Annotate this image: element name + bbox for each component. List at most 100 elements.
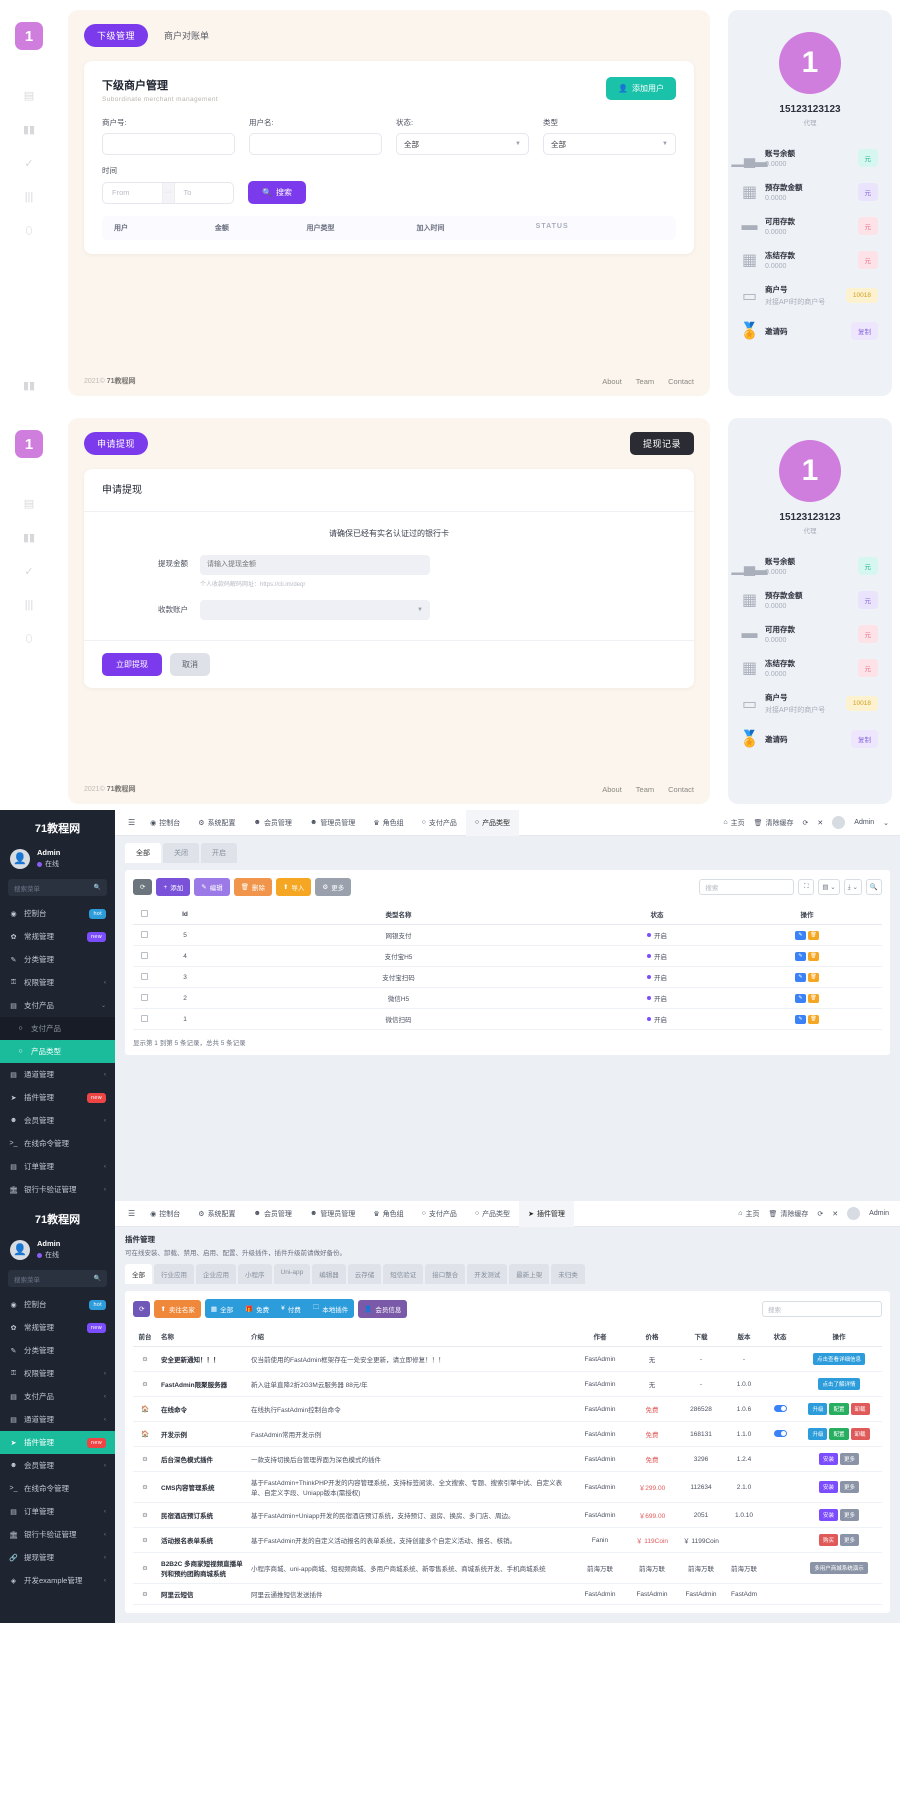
cell-actions[interactable]: 购买更多 — [796, 1528, 882, 1553]
checkbox-icon[interactable] — [141, 952, 148, 959]
nav-tab-0[interactable]: ◉控制台 — [141, 810, 189, 836]
chart-icon[interactable]: ▮▮ — [22, 530, 36, 544]
select-receive-account[interactable]: ▼ — [200, 600, 430, 620]
sidebar-item-11[interactable]: 🔗提现管理‹ — [0, 1546, 115, 1569]
sidebar-item-3[interactable]: ⚿权限管理‹ — [0, 1362, 115, 1385]
nav-tab-6[interactable]: ○产品类型 — [466, 810, 519, 836]
sidebar-item-5[interactable]: ▤通道管理‹ — [0, 1408, 115, 1431]
shield-icon[interactable]: ⬯ — [22, 632, 36, 646]
cell-plugin-name[interactable]: B2B2C 多商家短视频直播单列和预约团购商城系统 — [157, 1553, 247, 1584]
plugin-refresh-button[interactable]: ⟳ — [133, 1301, 150, 1317]
nav-tab-5[interactable]: ○支付产品 — [413, 1201, 466, 1227]
chart-small-icon[interactable]: ▮▮ — [22, 378, 36, 392]
plugin-tab-0[interactable]: 全部 — [125, 1264, 152, 1284]
nav-tab-7[interactable]: ➤插件管理 — [519, 1201, 574, 1227]
sidebar-item-4[interactable]: ▤支付产品⌄ — [0, 994, 115, 1017]
tab-statement[interactable]: 商户对账单 — [164, 29, 209, 42]
plugin-tab-8[interactable]: 接口整合 — [425, 1264, 465, 1284]
sidebar-item-6[interactable]: ➤插件管理new — [0, 1431, 115, 1454]
plugin-tab-4[interactable]: Uni-app — [274, 1264, 311, 1284]
sidebar-search[interactable]: 搜索菜单 🔍 — [8, 879, 107, 896]
plugin-action-button[interactable]: 配置 — [829, 1403, 848, 1415]
table-row[interactable]: 1微信扫码开启✎🗑 — [133, 1009, 882, 1030]
add-button[interactable]: +添加 — [156, 878, 190, 896]
cell-status[interactable] — [764, 1584, 796, 1605]
cell-actions[interactable]: 点击了解详情 — [796, 1372, 882, 1397]
columns-icon[interactable]: ||| — [22, 190, 36, 204]
admin-user-label[interactable]: Admin — [854, 819, 874, 826]
cell-plugin-name[interactable]: CMS内容管理系统 — [157, 1472, 247, 1503]
cell-plugin-name[interactable]: 安全更新通知！！！ — [157, 1347, 247, 1372]
plugin-action-button[interactable]: 更多 — [840, 1534, 859, 1546]
cell-checkbox[interactable] — [133, 967, 155, 988]
input-username[interactable] — [249, 133, 382, 155]
cell-checkbox[interactable] — [133, 1009, 155, 1030]
hamburger-icon[interactable]: ☰ — [122, 1209, 141, 1218]
copy-invite-button[interactable]: 复制 — [851, 322, 878, 340]
plugin-tab-9[interactable]: 开发测试 — [467, 1264, 507, 1284]
nav-tab-2[interactable]: ☻会员管理 — [245, 810, 301, 836]
sidebar-item-6[interactable]: ○产品类型 — [0, 1040, 115, 1063]
cancel-button[interactable]: 取消 — [170, 653, 210, 676]
nav-tab-3[interactable]: ☻管理员管理 — [301, 1201, 364, 1227]
date-range-input[interactable]: From ··· To — [102, 182, 234, 204]
edit-row-button[interactable]: ✎ — [795, 1015, 806, 1024]
tab-withdraw[interactable]: 申请提现 — [84, 432, 148, 455]
clear-cache-button[interactable]: 🗑清除缓存 — [769, 1209, 809, 1219]
filter-all-button[interactable]: ▦全部 — [205, 1299, 239, 1318]
sidebar-item-10[interactable]: >_在线命令管理 — [0, 1132, 115, 1155]
plugin-tab-3[interactable]: 小程序 — [238, 1264, 272, 1284]
sidebar-item-12[interactable]: ◈开发example管理‹ — [0, 1569, 115, 1592]
select-status[interactable]: 全部 ▼ — [396, 133, 529, 155]
plugin-row[interactable]: ⊙民宿酒店预订系统基于FastAdmin+Uniapp开发的民宿酒店预订系统，支… — [133, 1503, 882, 1528]
filter-local-button[interactable]: 🗀本地插件 — [307, 1299, 355, 1318]
sidebar-item-2[interactable]: ✎分类管理 — [0, 1339, 115, 1362]
cell-plugin-name[interactable]: 阿里云短信 — [157, 1584, 247, 1605]
table-row[interactable]: 3支付宝扫码开启✎🗑 — [133, 967, 882, 988]
plugin-search-input[interactable]: 搜索 — [762, 1301, 882, 1317]
cell-actions[interactable]: 升级配置卸载 — [796, 1422, 882, 1447]
sidebar-user[interactable]: 👤 Admin 在线 — [0, 1235, 115, 1270]
plugin-row[interactable]: ⊙CMS内容管理系统基于FastAdmin+ThinkPHP开发的内容管理系统，… — [133, 1472, 882, 1503]
close-icon[interactable]: ✕ — [817, 819, 823, 827]
filter-free-button[interactable]: 🎁免费 — [239, 1299, 275, 1318]
member-info-button[interactable]: 👤会员信息 — [358, 1300, 407, 1318]
admin-user-label[interactable]: Admin — [869, 1210, 889, 1217]
cell-checkbox[interactable] — [133, 925, 155, 946]
edit-row-button[interactable]: ✎ — [795, 931, 806, 940]
sidebar-user[interactable]: 👤 Admin 在线 — [0, 844, 115, 879]
cell-plugin-name[interactable]: 开发示例 — [157, 1422, 247, 1447]
cell-plugin-name[interactable]: 后台深色模式插件 — [157, 1447, 247, 1472]
cell-checkbox[interactable] — [133, 988, 155, 1009]
cell-actions[interactable] — [796, 1584, 882, 1605]
delete-row-button[interactable]: 🗑 — [808, 1015, 819, 1024]
withdraw-records-button[interactable]: 提现记录 — [630, 432, 694, 455]
edit-row-button[interactable]: ✎ — [795, 973, 806, 982]
plugin-action-button[interactable]: 点击了解详情 — [818, 1378, 859, 1390]
plugin-publish-button[interactable]: ⬆卖往名家 — [154, 1300, 200, 1318]
plugin-action-button[interactable]: 更多 — [840, 1453, 859, 1465]
cell-status[interactable] — [764, 1372, 796, 1397]
plugin-tab-6[interactable]: 云存储 — [348, 1264, 382, 1284]
cell-ops[interactable]: ✎🗑 — [732, 967, 882, 988]
checkbox-all-icon[interactable] — [141, 910, 148, 917]
plugin-row[interactable]: ⊙FastAdmin限聚服务器新入驻单直降2折2G3M云服务器 88元/年Fas… — [133, 1372, 882, 1397]
fullscreen-icon[interactable]: ⛶ — [798, 879, 814, 895]
chart-icon[interactable]: ▮▮ — [22, 122, 36, 136]
nav-tab-3[interactable]: ☻管理员管理 — [301, 810, 364, 836]
delete-row-button[interactable]: 🗑 — [808, 994, 819, 1003]
sidebar-item-0[interactable]: ◉控制台hot — [0, 902, 115, 925]
plugin-tab-2[interactable]: 企业应用 — [196, 1264, 236, 1284]
plugin-action-button[interactable]: 更多 — [840, 1509, 859, 1521]
check-icon[interactable]: ✓ — [22, 156, 36, 170]
cell-status[interactable] — [764, 1422, 796, 1447]
plugin-action-button[interactable]: 升级 — [808, 1428, 827, 1440]
home-button[interactable]: ⌂主页 — [738, 1209, 759, 1219]
cell-ops[interactable]: ✎🗑 — [732, 925, 882, 946]
hamburger-icon[interactable]: ☰ — [122, 818, 141, 827]
sidebar-item-9[interactable]: ▤订单管理‹ — [0, 1500, 115, 1523]
checkbox-icon[interactable] — [141, 973, 148, 980]
cell-ops[interactable]: ✎🗑 — [732, 946, 882, 967]
cell-plugin-name[interactable]: 在线命令 — [157, 1397, 247, 1422]
refresh-button[interactable]: ⟳ — [133, 879, 152, 895]
